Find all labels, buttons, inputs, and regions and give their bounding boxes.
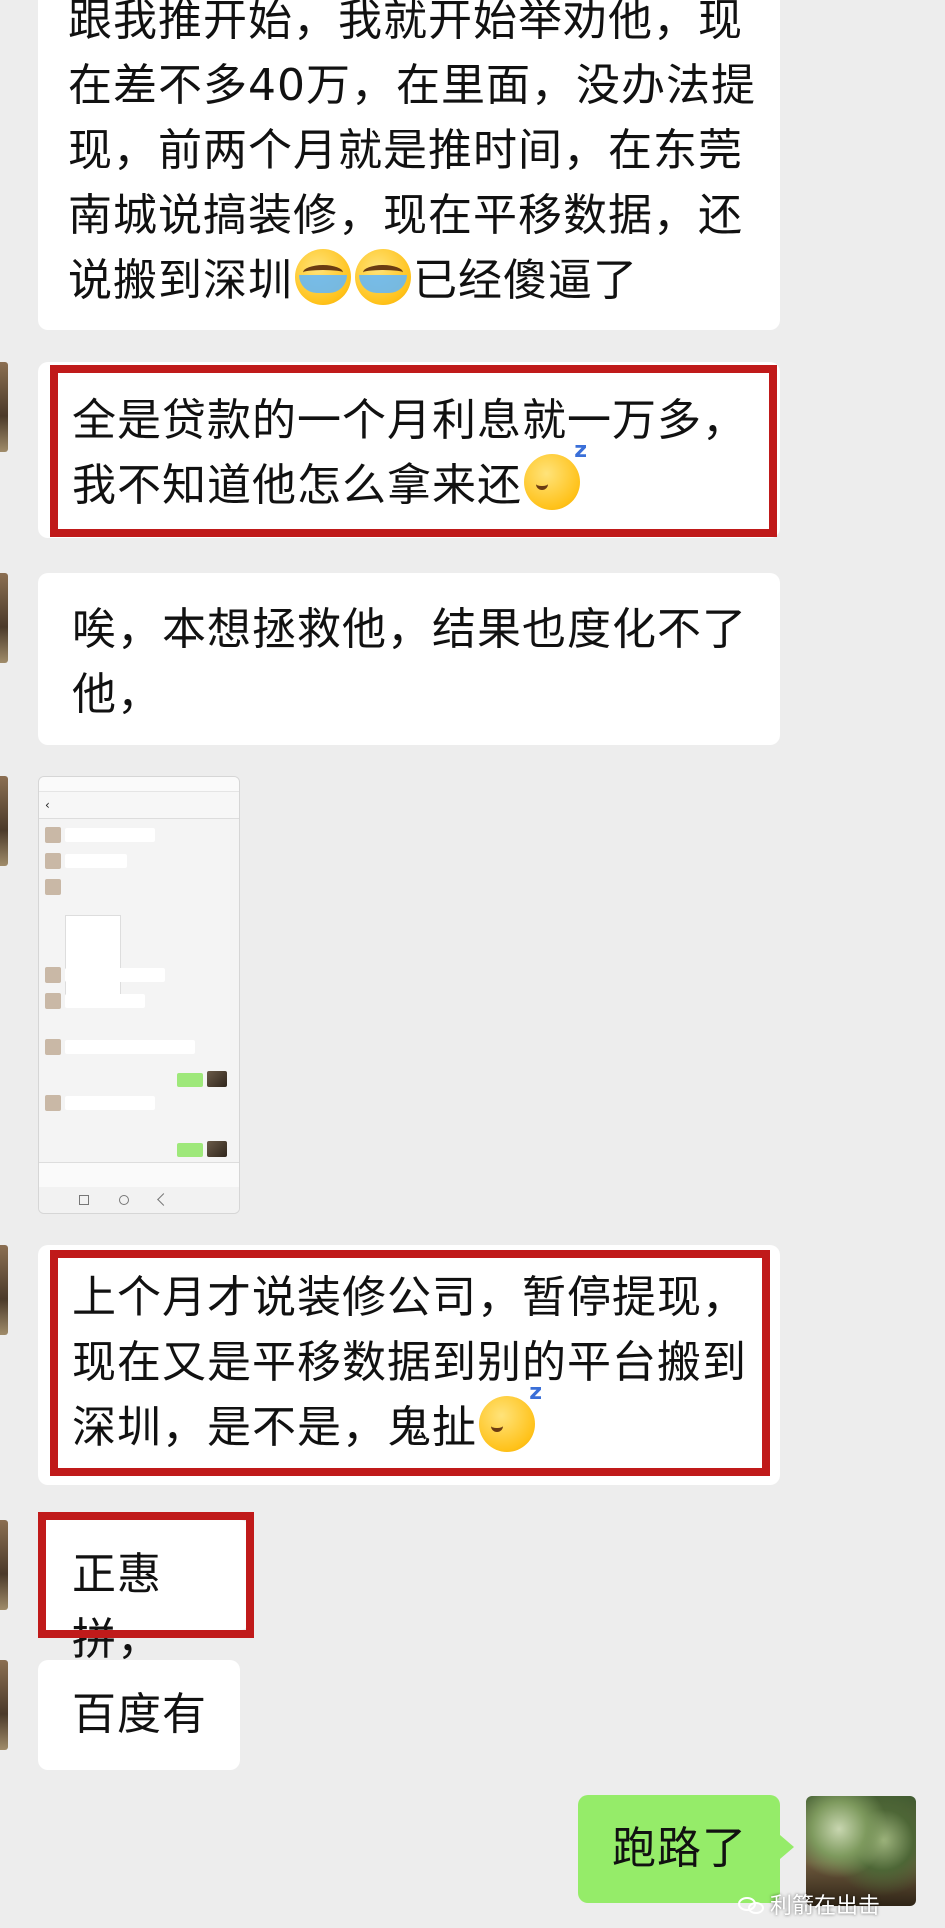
contact-avatar[interactable] [0,1520,8,1610]
wechat-icon [738,1895,768,1917]
sleeping-face-icon [479,1382,543,1452]
input-bar [39,1162,239,1187]
message-text: 跑路了 [612,1823,747,1874]
message-line: 我不知道他怎么拿来还 [72,440,747,518]
sleeping-face-icon [524,440,588,510]
list-item [45,879,165,897]
watermark: 利箭在出击 [738,1892,880,1922]
message-text: 全是贷款的一个月利息就一万多， 我不知道他怎么拿来还 [72,388,747,518]
message-line: 说搬到深圳 已经傻逼了 [68,248,756,313]
message-text: 唉，本想拯救他，结果也度化不了 他， [72,597,747,727]
message-line: 现，前两个月就是推时间，在东莞 [68,125,743,176]
my-avatar[interactable] [806,1796,916,1906]
message-line: 唉，本想拯救他，结果也度化不了 [72,604,747,655]
message-line: 南城说搞装修，现在平移数据，还 [68,190,743,241]
avatar [207,1071,227,1087]
contact-avatar[interactable] [0,362,8,452]
message-text: 百度有 [72,1689,207,1740]
message-bubble[interactable]: 百度有 [38,1660,240,1770]
contact-avatar[interactable] [0,1245,8,1335]
screenshot-image-message[interactable]: ‹ [38,776,240,1214]
watermark-text: 利箭在出击 [770,1894,881,1919]
list-item [45,993,185,1011]
outgoing-message-bubble[interactable]: 跑路了 [578,1795,794,1903]
list-item [177,1073,203,1087]
back-arrow-icon: ‹ [45,798,50,812]
message-line: 深圳，是不是，鬼扯 [72,1382,747,1460]
list-item [177,1143,203,1157]
message-line: 他， [72,669,162,720]
list-item [45,1039,215,1057]
message-bubble[interactable]: 全是贷款的一个月利息就一万多， 我不知道他怎么拿来还 [38,362,780,538]
contact-avatar[interactable] [0,1660,8,1750]
status-bar [39,777,239,792]
list-item [45,967,185,985]
list-item [45,827,165,845]
contact-avatar[interactable] [0,573,8,663]
message-bubble[interactable]: 正惠拼， [38,1520,250,1665]
message-bubble[interactable]: 上个月才说装修公司，暂停提现， 现在又是平移数据到别的平台搬到 深圳，是不是，鬼… [38,1245,780,1485]
message-bubble[interactable]: 跟我推开始，我就开始举劝他，现 在差不多40万，在里面，没办法提 现，前两个月就… [38,0,780,330]
message-line: 全是贷款的一个月利息就一万多， [72,395,747,446]
message-line: 现在又是平移数据到别的平台搬到 [72,1337,747,1388]
message-bubble[interactable]: 唉，本想拯救他，结果也度化不了 他， [38,573,780,745]
message-line: 跟我推开始，我就开始举劝他，现 [68,0,743,46]
message-text: 上个月才说装修公司，暂停提现， 现在又是平移数据到别的平台搬到 深圳，是不是，鬼… [72,1265,747,1460]
list-item [45,853,165,871]
message-line: 在差不多40万，在里面，没办法提 [68,60,756,111]
avatar [207,1141,227,1157]
list-item [45,1095,185,1113]
contact-avatar[interactable] [0,776,8,866]
crying-face-icon [355,249,411,305]
message-text: 正惠拼， [72,1549,162,1665]
chat-header: ‹ [39,792,239,819]
message-line: 上个月才说装修公司，暂停提现， [72,1272,747,1323]
crying-face-icon [295,249,351,305]
nav-bar [39,1187,239,1213]
message-text: 跟我推开始，我就开始举劝他，现 在差不多40万，在里面，没办法提 现，前两个月就… [68,0,756,313]
